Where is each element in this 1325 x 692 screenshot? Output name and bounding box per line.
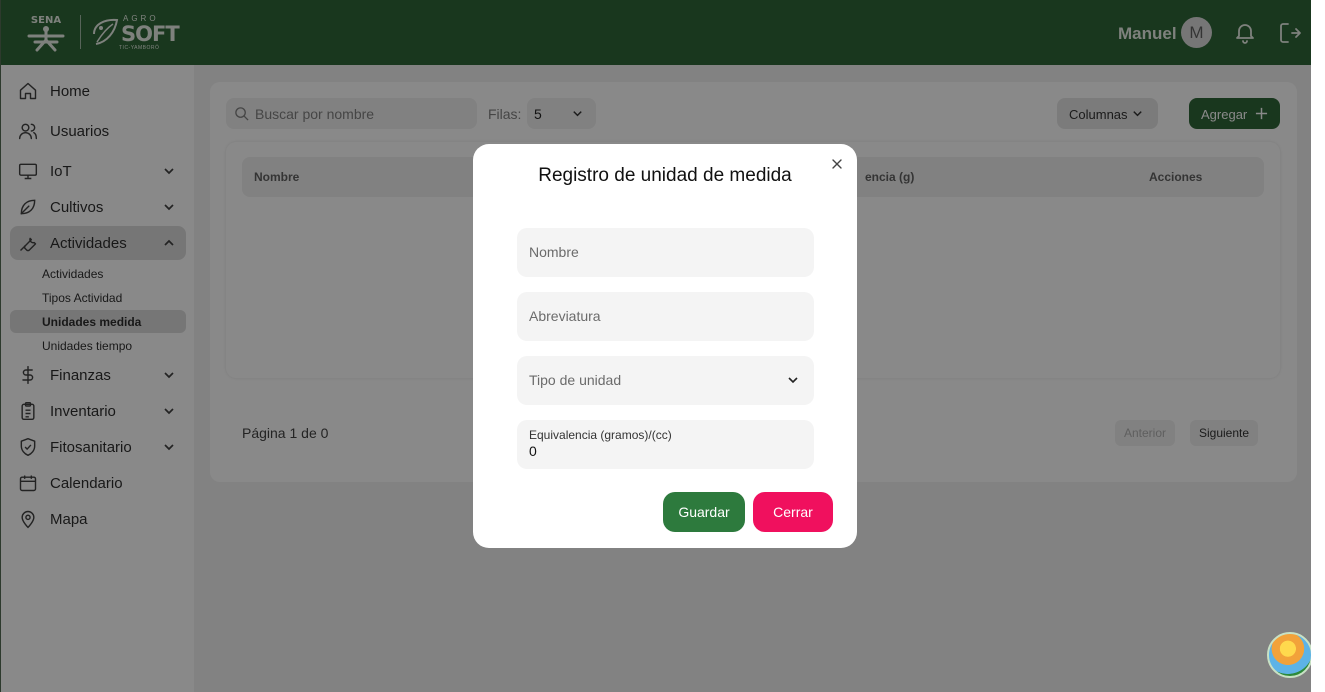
nombre-placeholder: Nombre xyxy=(529,244,579,260)
page-edge xyxy=(1311,0,1325,692)
assistant-avatar-icon[interactable] xyxy=(1267,632,1311,678)
tipo-unidad-select[interactable]: Tipo de unidad xyxy=(517,356,814,405)
close-button[interactable]: Cerrar xyxy=(753,492,833,532)
nombre-field[interactable]: Nombre xyxy=(517,228,814,277)
equivalencia-field[interactable]: Equivalencia (gramos)/(cc) 0 xyxy=(517,420,814,469)
chevron-down-icon xyxy=(788,377,798,384)
abreviatura-field[interactable]: Abreviatura xyxy=(517,292,814,341)
tipo-unidad-placeholder: Tipo de unidad xyxy=(529,372,622,388)
equivalencia-value: 0 xyxy=(529,443,537,459)
abreviatura-placeholder: Abreviatura xyxy=(529,308,601,324)
modal-title: Registro de unidad de medida xyxy=(538,165,792,186)
register-unit-modal: Registro de unidad de medida Nombre Abre… xyxy=(473,144,857,548)
save-button[interactable]: Guardar xyxy=(663,492,745,532)
app-window: SENA AGRO SOFT TIC-YAMBORÓ Manuel M H xyxy=(0,0,1311,692)
equivalencia-label: Equivalencia (gramos)/(cc) xyxy=(529,428,672,442)
close-icon[interactable] xyxy=(830,157,844,171)
